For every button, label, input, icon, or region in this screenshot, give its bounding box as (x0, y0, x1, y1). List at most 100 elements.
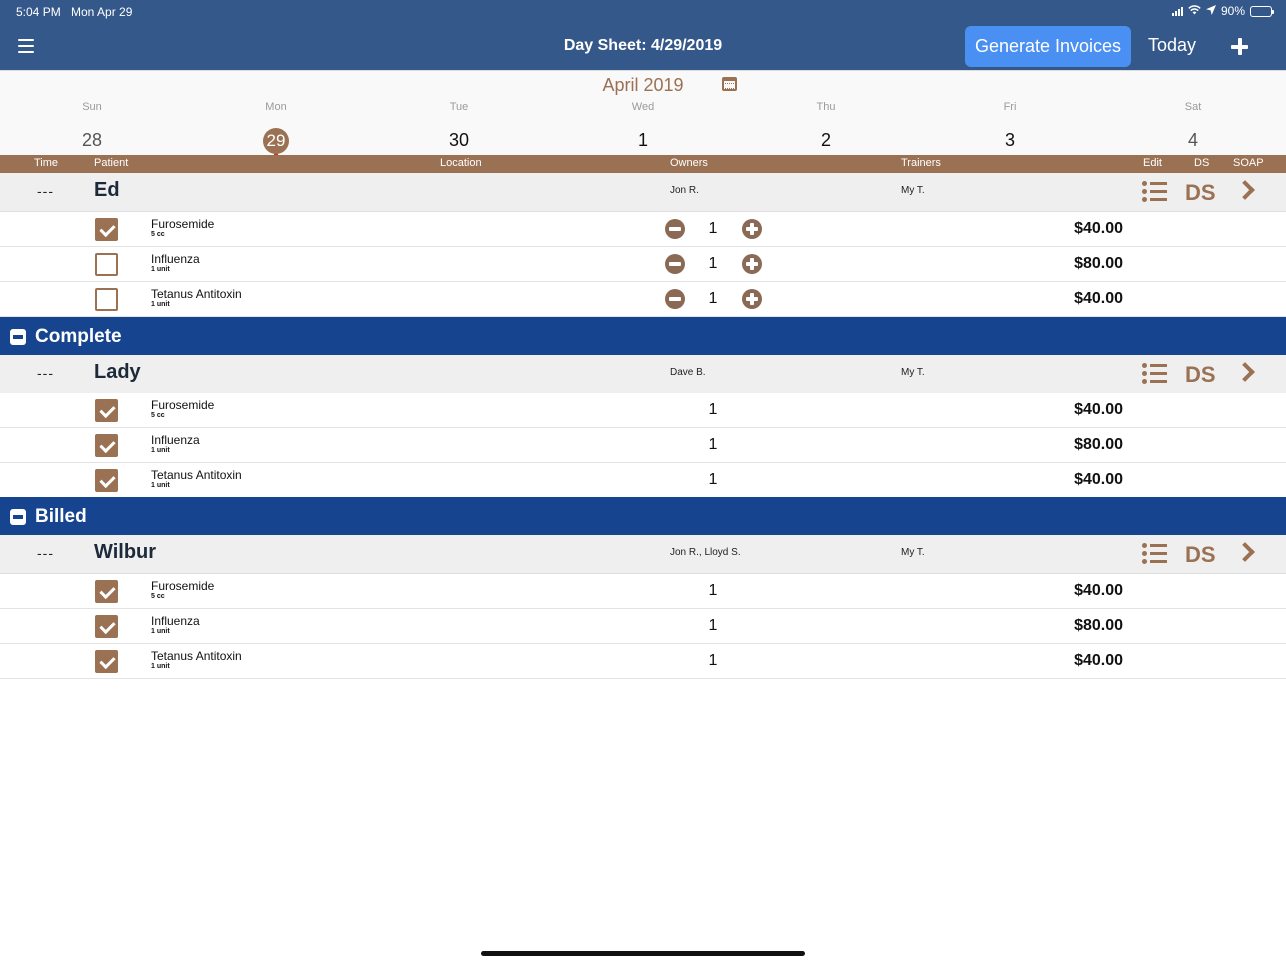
day-of-week-label: Sun (82, 101, 102, 113)
item-quantity: 1 (708, 220, 718, 237)
treatment-row: Tetanus Antitoxin 1 unit 1 $40.00 (0, 282, 1286, 317)
item-checkbox[interactable] (95, 615, 118, 638)
item-quantity: 1 (708, 617, 718, 634)
item-checkbox[interactable] (95, 650, 118, 673)
ds-button[interactable]: DS (1185, 180, 1216, 206)
day-mon-selected[interactable]: Mon 29 (236, 101, 316, 157)
item-checkbox[interactable] (95, 434, 118, 457)
treatment-row: Tetanus Antitoxin 1 unit 1 $40.00 (0, 644, 1286, 679)
item-name: Tetanus Antitoxin (151, 287, 242, 301)
day-number: 2 (820, 130, 831, 150)
item-checkbox[interactable] (95, 399, 118, 422)
ds-button[interactable]: DS (1185, 542, 1216, 568)
day-sat[interactable]: Sat 4 (1153, 101, 1233, 153)
increment-plus-icon[interactable] (742, 254, 762, 274)
ds-button[interactable]: DS (1185, 362, 1216, 388)
day-number: 4 (1187, 130, 1198, 150)
patient-time: --- (37, 365, 54, 381)
item-price: $40.00 (1074, 652, 1123, 669)
add-plus-icon[interactable] (1231, 38, 1248, 55)
increment-plus-icon[interactable] (742, 219, 762, 239)
patient-row[interactable]: --- Ed Jon R. My T. DS (0, 173, 1286, 212)
column-header: Time Patient Location Owners Trainers Ed… (0, 155, 1286, 173)
section-label: Billed (35, 506, 87, 527)
cellular-signal-icon (1171, 6, 1183, 16)
section-billed[interactable]: Billed (0, 497, 1286, 535)
generate-invoices-button[interactable]: Generate Invoices (965, 26, 1131, 67)
patient-owners: Jon R. (670, 185, 699, 196)
today-button[interactable]: Today (1148, 35, 1196, 56)
item-price: $40.00 (1074, 401, 1123, 418)
item-checkbox[interactable] (95, 288, 118, 311)
day-of-week-label: Mon (265, 101, 287, 113)
section-complete[interactable]: Complete (0, 317, 1286, 355)
day-sun[interactable]: Sun 28 (52, 101, 132, 153)
day-number: 3 (1004, 130, 1015, 150)
day-tue[interactable]: Tue 30 (419, 101, 499, 153)
item-unit: 5 cc (151, 593, 165, 600)
item-unit: 1 unit (151, 663, 170, 670)
item-name: Influenza (151, 252, 200, 266)
decrement-minus-icon[interactable] (665, 254, 685, 274)
item-unit: 1 unit (151, 628, 170, 635)
treatment-row: Furosemide 5 cc 1 $40.00 (0, 574, 1286, 609)
day-number: 28 (81, 130, 103, 150)
item-checkbox[interactable] (95, 253, 118, 276)
item-name: Tetanus Antitoxin (151, 649, 242, 663)
battery-percent: 90% (1220, 4, 1245, 18)
day-of-week-label: Wed (631, 101, 655, 113)
item-price: $40.00 (1074, 220, 1123, 237)
item-checkbox[interactable] (95, 469, 118, 492)
item-unit: 5 cc (151, 231, 165, 238)
hamburger-menu-icon[interactable] (18, 39, 34, 53)
day-thu[interactable]: Thu 2 (786, 101, 866, 153)
item-price: $80.00 (1074, 255, 1123, 272)
item-quantity: 1 (708, 255, 718, 272)
soap-chevron-right-icon[interactable] (1235, 362, 1255, 382)
day-wed[interactable]: Wed 1 (603, 101, 683, 153)
item-checkbox[interactable] (95, 580, 118, 603)
day-number: 30 (448, 130, 470, 150)
col-location: Location (440, 157, 482, 169)
item-quantity: 1 (708, 401, 718, 418)
day-number: 29 (236, 127, 316, 154)
patient-row[interactable]: --- Lady Dave B. My T. DS (0, 355, 1286, 394)
treatment-row: Furosemide 5 cc 1 $40.00 (0, 212, 1286, 247)
calendar-icon[interactable] (722, 77, 737, 91)
patient-name: Wilbur (94, 541, 157, 563)
treatment-row: Influenza 1 unit 1 $80.00 (0, 609, 1286, 644)
item-unit: 1 unit (151, 266, 170, 273)
soap-chevron-right-icon[interactable] (1235, 542, 1255, 562)
increment-plus-icon[interactable] (742, 289, 762, 309)
col-time: Time (34, 157, 59, 169)
item-name: Furosemide (151, 398, 215, 412)
location-arrow-icon (1205, 4, 1216, 18)
day-of-week-label: Thu (816, 101, 836, 113)
edit-list-icon[interactable] (1142, 362, 1167, 386)
item-price: $80.00 (1074, 617, 1123, 634)
patient-time: --- (37, 183, 54, 199)
item-name: Furosemide (151, 579, 215, 593)
patient-row[interactable]: --- Wilbur Jon R., Lloyd S. My T. DS (0, 535, 1286, 574)
decrement-minus-icon[interactable] (665, 289, 685, 309)
edit-list-icon[interactable] (1142, 180, 1167, 204)
item-unit: 1 unit (151, 447, 170, 454)
day-of-week-label: Fri (1003, 101, 1017, 113)
item-name: Influenza (151, 614, 200, 628)
decrement-minus-icon[interactable] (665, 219, 685, 239)
treatment-row: Tetanus Antitoxin 1 unit 1 $40.00 (0, 463, 1286, 498)
item-name: Tetanus Antitoxin (151, 468, 242, 482)
collapse-minus-icon[interactable] (10, 329, 26, 345)
home-indicator[interactable] (481, 951, 805, 956)
patient-time: --- (37, 545, 54, 561)
day-number: 1 (637, 130, 648, 150)
day-fri[interactable]: Fri 3 (970, 101, 1050, 153)
col-edit: Edit (1143, 157, 1162, 169)
item-checkbox[interactable] (95, 218, 118, 241)
patient-name: Lady (94, 361, 141, 383)
soap-chevron-right-icon[interactable] (1235, 180, 1255, 200)
status-date: Mon Apr 29 (71, 5, 133, 19)
collapse-minus-icon[interactable] (10, 509, 26, 525)
edit-list-icon[interactable] (1142, 542, 1167, 566)
item-unit: 1 unit (151, 301, 170, 308)
